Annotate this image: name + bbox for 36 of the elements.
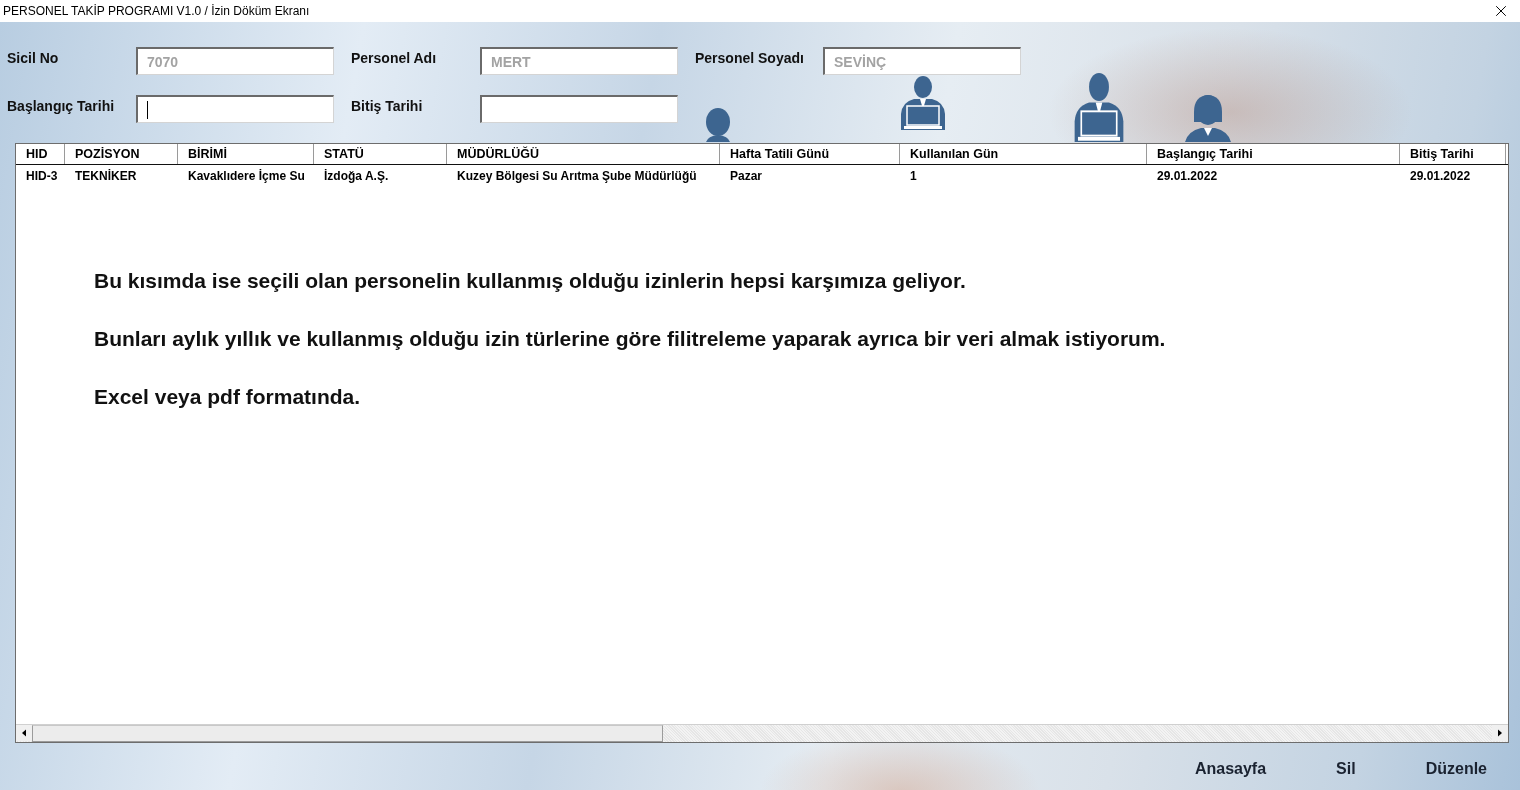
column-header[interactable]: STATÜ [314, 144, 447, 164]
table-cell-text: Pazar [729, 168, 764, 183]
scrollbar-thumb[interactable] [32, 725, 663, 742]
scroll-right-icon[interactable] [1492, 725, 1508, 741]
field-label: Başlangıç Tarihi [7, 97, 115, 114]
field-label: Sicil No [7, 49, 59, 66]
field-label: Personel Soyadı [695, 49, 804, 66]
column-header[interactable]: POZİSYON [65, 144, 178, 164]
column-header[interactable]: Hafta Tatili Günü [720, 144, 900, 164]
note-text: Bu kısımda ise seçili olan personelin kullanmış olduğu izinlerin hepsi karşımıza geliyor. [94, 268, 966, 294]
start-date-field[interactable] [136, 95, 334, 123]
end-date-field[interactable] [480, 95, 678, 123]
note-text: Bunları aylık yıllık ve kullanmış olduğu izin türlerine göre filitreleme yaparak ayrıca bir veri almak istiyorum. [94, 326, 1166, 352]
table-cell-text: 1 [909, 168, 918, 183]
footer-button[interactable]: Sil [1336, 760, 1356, 778]
column-header[interactable]: BİRİMİ [178, 144, 314, 164]
note-text: Excel veya pdf formatında. [94, 384, 361, 410]
table-cell-text: İzdoğa A.Ş. [323, 168, 390, 183]
field-label: Personel Adı [351, 49, 437, 66]
scroll-left-icon[interactable] [16, 725, 32, 741]
column-header[interactable]: Kullanılan Gün [900, 144, 1147, 164]
table-cell-text: TEKNİKER [74, 168, 138, 183]
person-icon [704, 108, 732, 142]
table-cell-text: Kuzey Bölgesi Su Arıtma Şube Müdürlüğü [456, 168, 698, 183]
table-cell-text: 29.01.2022 [1156, 168, 1219, 183]
window-title: PERSONEL TAKİP PROGRAMI V1.0 / İzin Döküm Ekranı [3, 4, 310, 18]
footer-button[interactable]: Anasayfa [1194, 760, 1267, 778]
column-header[interactable]: Başlangıç Tarihi [1147, 144, 1400, 164]
table-cell-text: HID-3 [25, 168, 59, 183]
footer-button[interactable]: Düzenle [1425, 760, 1487, 778]
column-header[interactable]: Bitiş Tarihi [1400, 144, 1506, 164]
table-cell-text: Kavaklıdere İçme Su [187, 168, 306, 183]
column-header[interactable]: MÜDÜRLÜĞÜ [447, 144, 720, 164]
field-label: Bitiş Tarihi [351, 97, 423, 114]
table-cell-text: 29.01.2022 [1409, 168, 1472, 183]
column-header[interactable]: HID [16, 144, 65, 164]
